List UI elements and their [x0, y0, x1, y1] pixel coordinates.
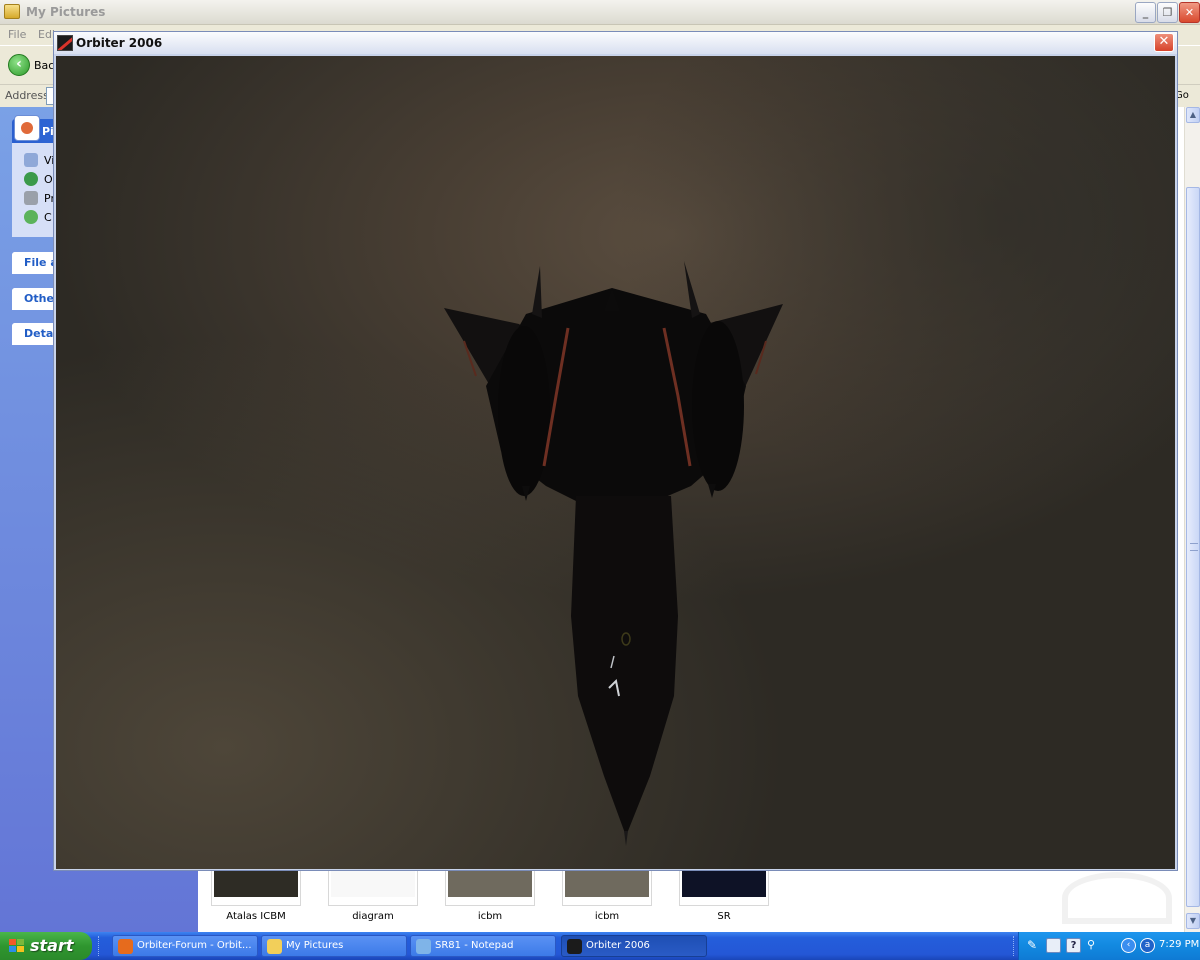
explorer-title: My Pictures [26, 5, 106, 19]
orbiter-icon [567, 939, 582, 954]
thumbnail-icbm-1[interactable] [445, 870, 535, 906]
orbiter-close-button[interactable]: ✕ [1154, 33, 1174, 52]
taskbar: start Orbiter-Forum - Orbit... My Pictur… [0, 932, 1200, 960]
show-hidden-icons-icon[interactable]: ‹ [1121, 938, 1136, 953]
monitor-icon[interactable] [1046, 938, 1061, 953]
thumbnail-image [331, 871, 415, 897]
notepad-icon [416, 939, 431, 954]
vertical-scrollbar[interactable]: ▲ ▼ [1184, 107, 1200, 932]
start-button[interactable]: start [0, 932, 92, 960]
taskbar-button-label: SR81 - Notepad [435, 940, 514, 951]
pen-icon[interactable]: ✎ [1027, 938, 1042, 953]
orbiter-icon [57, 35, 73, 51]
thumbnail-image [565, 871, 649, 897]
task-item-order[interactable]: O [44, 173, 53, 186]
taskbar-button-orbiter-forum[interactable]: Orbiter-Forum - Orbit... [112, 935, 258, 957]
taskbar-button-orbiter[interactable]: Orbiter 2006 [561, 935, 707, 957]
scroll-down-icon[interactable]: ▼ [1186, 913, 1200, 929]
orbiter-title: Orbiter 2006 [76, 36, 163, 50]
update-icon[interactable]: a [1140, 938, 1155, 953]
thumbnail-label[interactable]: SR [666, 911, 782, 922]
thumbnail-image [214, 871, 298, 897]
scroll-up-icon[interactable]: ▲ [1186, 107, 1200, 123]
taskbar-button-label: Orbiter-Forum - Orbit... [137, 940, 252, 951]
thumbnail-label[interactable]: Atalas ICBM [198, 911, 314, 922]
thumbnail-label[interactable]: diagram [315, 911, 431, 922]
orbiter-titlebar[interactable]: Orbiter 2006 ✕ [54, 32, 1177, 54]
simulation-viewport[interactable] [56, 56, 1175, 869]
address-label: Address [5, 89, 49, 102]
back-button[interactable]: ‹ [8, 54, 30, 76]
order-prints-icon[interactable] [24, 172, 38, 186]
system-tray: ✎ ? ⚲ ‹ a 7:29 PM [1013, 932, 1200, 960]
taskbar-button-notepad[interactable]: SR81 - Notepad [410, 935, 556, 957]
thumbnail-label[interactable]: icbm [549, 911, 665, 922]
thumbnail-diagram[interactable] [328, 870, 418, 906]
thumbnail-atalas-icbm[interactable] [211, 870, 301, 906]
minimize-button[interactable]: _ [1135, 2, 1156, 23]
grip-icon [1190, 543, 1198, 551]
thumbnail-image [682, 871, 766, 897]
taskbar-grip[interactable] [98, 936, 101, 956]
slideshow-icon[interactable] [24, 153, 38, 167]
thumbnail-label[interactable]: icbm [432, 911, 548, 922]
menu-file[interactable]: File [8, 28, 26, 41]
copy-to-cd-icon[interactable] [24, 210, 38, 224]
firefox-icon [118, 939, 133, 954]
folder-icon [267, 939, 282, 954]
network-icon[interactable]: ⚲ [1087, 938, 1102, 953]
taskbar-button-my-pictures[interactable]: My Pictures [261, 935, 407, 957]
tray-grip [1013, 936, 1016, 956]
thumbnail-icbm-2[interactable] [562, 870, 652, 906]
folder-icon [4, 4, 20, 19]
taskbar-button-label: My Pictures [286, 940, 344, 951]
task-item-copy[interactable]: C [44, 211, 52, 224]
windows-logo-icon [9, 939, 25, 953]
maximize-button[interactable]: ❐ [1157, 2, 1178, 23]
scroll-thumb[interactable] [1186, 187, 1200, 907]
start-label: start [30, 936, 74, 955]
orbiter-window: Orbiter 2006 ✕ [53, 31, 1178, 871]
close-button[interactable]: ✕ [1179, 2, 1200, 23]
help-icon[interactable]: ? [1066, 938, 1081, 953]
clock[interactable]: 7:29 PM [1159, 939, 1199, 950]
thumbnail-image [448, 871, 532, 897]
explorer-titlebar[interactable]: My Pictures _ ❐ ✕ [0, 0, 1200, 25]
print-icon[interactable] [24, 191, 38, 205]
picture-tasks-icon [14, 115, 40, 141]
folder-watermark-icon [1062, 872, 1172, 924]
thumbnail-sr[interactable] [679, 870, 769, 906]
taskbar-button-label: Orbiter 2006 [586, 940, 650, 951]
spacecraft-render [56, 56, 1175, 869]
